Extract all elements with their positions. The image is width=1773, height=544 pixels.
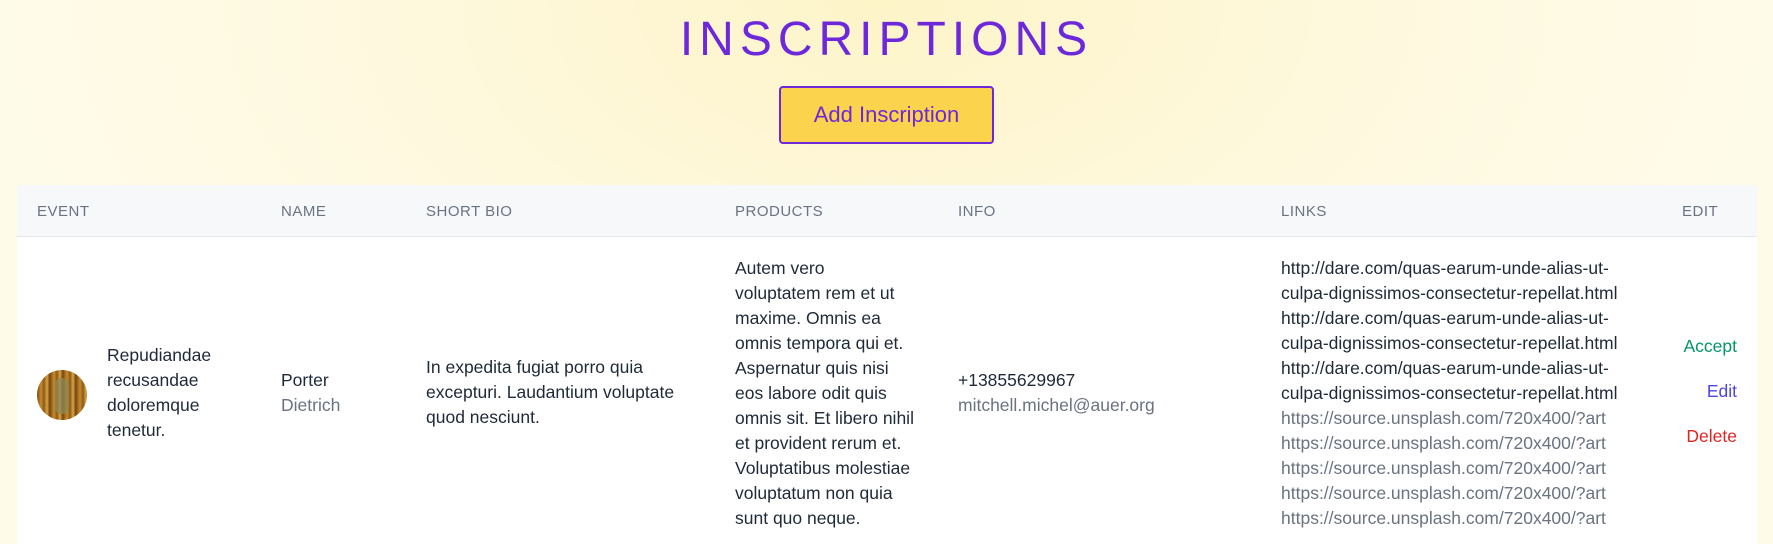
contact-info: +13855629967 mitchell.michel@auer.org [958, 368, 1155, 418]
image-link-url[interactable]: https://source.unsplash.com/720x400/?art [1281, 506, 1618, 531]
phone-number: +13855629967 [958, 370, 1076, 390]
last-name: Dietrich [281, 395, 341, 415]
inscriptions-table: EVENT NAME SHORT BIO PRODUCTS INFO LINKS… [17, 185, 1757, 544]
email-address: mitchell.michel@auer.org [958, 395, 1155, 415]
accept-button[interactable]: Accept [1684, 336, 1738, 357]
image-link-url[interactable]: https://source.unsplash.com/720x400/?art [1281, 431, 1618, 456]
link-url[interactable]: culpa-dignissimos-consectetur-repellat.h… [1281, 381, 1618, 406]
person-name: Porter Dietrich [281, 368, 340, 418]
event-title: Repudiandae recusandae doloremque tenetu… [107, 345, 212, 440]
link-url[interactable]: http://dare.com/quas-earum-unde-alias-ut… [1281, 256, 1618, 281]
image-link-url[interactable]: https://source.unsplash.com/720x400/?art [1281, 406, 1618, 431]
link-url[interactable]: http://dare.com/quas-earum-unde-alias-ut… [1281, 306, 1618, 331]
header-links[interactable]: LINKS [1281, 203, 1327, 220]
page-title: INSCRIPTIONS [679, 13, 1094, 66]
header-short-bio[interactable]: SHORT BIO [426, 203, 512, 220]
products-text: Autem vero voluptatem rem et ut maxime. … [735, 258, 914, 528]
edit-button[interactable]: Edit [1707, 381, 1737, 402]
link-url[interactable]: culpa-dignissimos-consectetur-repellat.h… [1281, 331, 1618, 356]
event-avatar [37, 370, 87, 420]
header-info[interactable]: INFO [958, 203, 996, 220]
first-name: Porter [281, 370, 329, 390]
header-products[interactable]: PRODUCTS [735, 203, 823, 220]
header-event[interactable]: EVENT [37, 203, 90, 220]
add-inscription-button[interactable]: Add Inscription [779, 86, 994, 144]
header-edit[interactable]: EDIT [1682, 203, 1718, 220]
image-link-url[interactable]: https://source.unsplash.com/720x400/?art [1281, 456, 1618, 481]
links-list: http://dare.com/quas-earum-unde-alias-ut… [1281, 256, 1618, 531]
image-link-url[interactable]: https://source.unsplash.com/720x400/?art [1281, 481, 1618, 506]
header-name[interactable]: NAME [281, 203, 326, 220]
delete-button[interactable]: Delete [1686, 426, 1737, 447]
table-header: EVENT NAME SHORT BIO PRODUCTS INFO LINKS… [17, 185, 1757, 237]
short-bio: In expedita fugiat porro quia excepturi.… [426, 357, 675, 427]
link-url[interactable]: culpa-dignissimos-consectetur-repellat.h… [1281, 281, 1618, 306]
link-url[interactable]: http://dare.com/quas-earum-unde-alias-ut… [1281, 356, 1618, 381]
